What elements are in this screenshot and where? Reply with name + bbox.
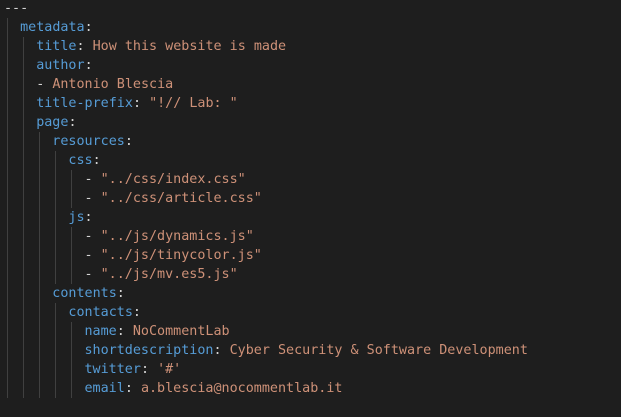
yaml-key: page	[36, 115, 69, 130]
indent-guide	[7, 18, 8, 398]
yaml-colon: :	[124, 381, 141, 396]
yaml-key: js	[68, 210, 85, 225]
code-line[interactable]: - "../css/index.css"	[85, 170, 246, 189]
yaml-list-dash: -	[36, 77, 53, 92]
yaml-value: "../js/tinycolor.js"	[100, 248, 262, 263]
code-line[interactable]: resources:	[52, 132, 133, 151]
yaml-value: "../css/article.css"	[100, 191, 262, 206]
code-line[interactable]: contents:	[52, 284, 125, 303]
yaml-key: resources	[52, 134, 125, 149]
yaml-list-dash: -	[84, 267, 101, 282]
code-line[interactable]: ---	[4, 0, 28, 18]
yaml-colon: :	[92, 153, 101, 168]
yaml-key: metadata	[20, 20, 85, 35]
yaml-value: "../css/index.css"	[100, 172, 246, 187]
indent-guide	[39, 132, 41, 398]
indent-guide	[55, 151, 57, 284]
code-line[interactable]: - "../js/dynamics.js"	[85, 227, 254, 246]
yaml-list-dash: -	[84, 248, 101, 263]
yaml-colon: :	[68, 115, 77, 130]
code-line[interactable]: - Antonio Blescia	[36, 75, 173, 94]
code-line[interactable]: - "../js/mv.es5.js"	[85, 265, 238, 284]
yaml-document-marker: ---	[4, 1, 29, 16]
yaml-key: contacts	[68, 305, 133, 320]
yaml-colon: :	[84, 58, 93, 73]
yaml-key: email	[84, 381, 125, 396]
yaml-colon: :	[76, 39, 93, 54]
code-line[interactable]: twitter: '#'	[85, 360, 182, 379]
yaml-value: "../js/mv.es5.js"	[100, 267, 238, 282]
indent-guide	[71, 170, 73, 208]
code-line[interactable]: title: How this website is made	[36, 37, 286, 56]
code-line[interactable]: name: NoCommentLab	[85, 322, 230, 341]
indent-guide	[71, 322, 73, 398]
yaml-value: a.blescia@nocommentlab.it	[140, 381, 343, 396]
yaml-key: author	[36, 58, 85, 73]
yaml-key: twitter	[84, 362, 141, 377]
yaml-value: Cyber Security & Software Development	[229, 343, 528, 358]
yaml-colon: :	[140, 362, 158, 377]
code-editor[interactable]: --- metadata: title: How this website is m…	[0, 0, 621, 417]
yaml-value: Antonio Blescia	[52, 77, 174, 92]
yaml-key: title-prefix	[36, 96, 133, 111]
yaml-key: name	[84, 324, 117, 339]
yaml-list-dash: -	[84, 172, 101, 187]
yaml-colon: :	[132, 96, 150, 111]
yaml-colon: :	[84, 210, 93, 225]
yaml-colon: :	[84, 20, 93, 35]
yaml-value: How this website is made	[92, 39, 287, 54]
indent-guide	[23, 37, 25, 398]
code-line[interactable]: contacts:	[68, 303, 141, 322]
yaml-value: "!// Lab: "	[149, 96, 238, 111]
indent-guide	[71, 227, 73, 284]
yaml-key: title	[36, 39, 77, 54]
yaml-list-dash: -	[84, 191, 101, 206]
indent-guide	[55, 303, 57, 398]
yaml-colon: :	[132, 305, 141, 320]
yaml-colon: :	[213, 343, 230, 358]
yaml-colon: :	[116, 324, 133, 339]
code-line[interactable]: author:	[36, 56, 92, 75]
yaml-colon: :	[124, 134, 133, 149]
yaml-key: css	[68, 153, 93, 168]
code-line[interactable]: title-prefix: "!// Lab: "	[36, 94, 238, 113]
code-line[interactable]: page:	[36, 113, 76, 132]
code-line[interactable]: js:	[68, 208, 92, 227]
code-line[interactable]: - "../css/article.css"	[85, 189, 262, 208]
code-line[interactable]: css:	[68, 151, 100, 170]
code-line[interactable]: metadata:	[20, 18, 93, 37]
yaml-colon: :	[116, 286, 125, 301]
yaml-key: contents	[52, 286, 117, 301]
yaml-list-dash: -	[84, 229, 101, 244]
yaml-value: "../js/dynamics.js"	[100, 229, 254, 244]
code-line[interactable]: - "../js/tinycolor.js"	[85, 246, 262, 265]
code-line[interactable]: email: a.blescia@nocommentlab.it	[85, 379, 343, 398]
yaml-value: '#'	[157, 362, 182, 377]
code-line[interactable]: shortdescription: Cyber Security & Softw…	[85, 341, 528, 360]
yaml-key: shortdescription	[84, 343, 214, 358]
yaml-value: NoCommentLab	[132, 324, 230, 339]
